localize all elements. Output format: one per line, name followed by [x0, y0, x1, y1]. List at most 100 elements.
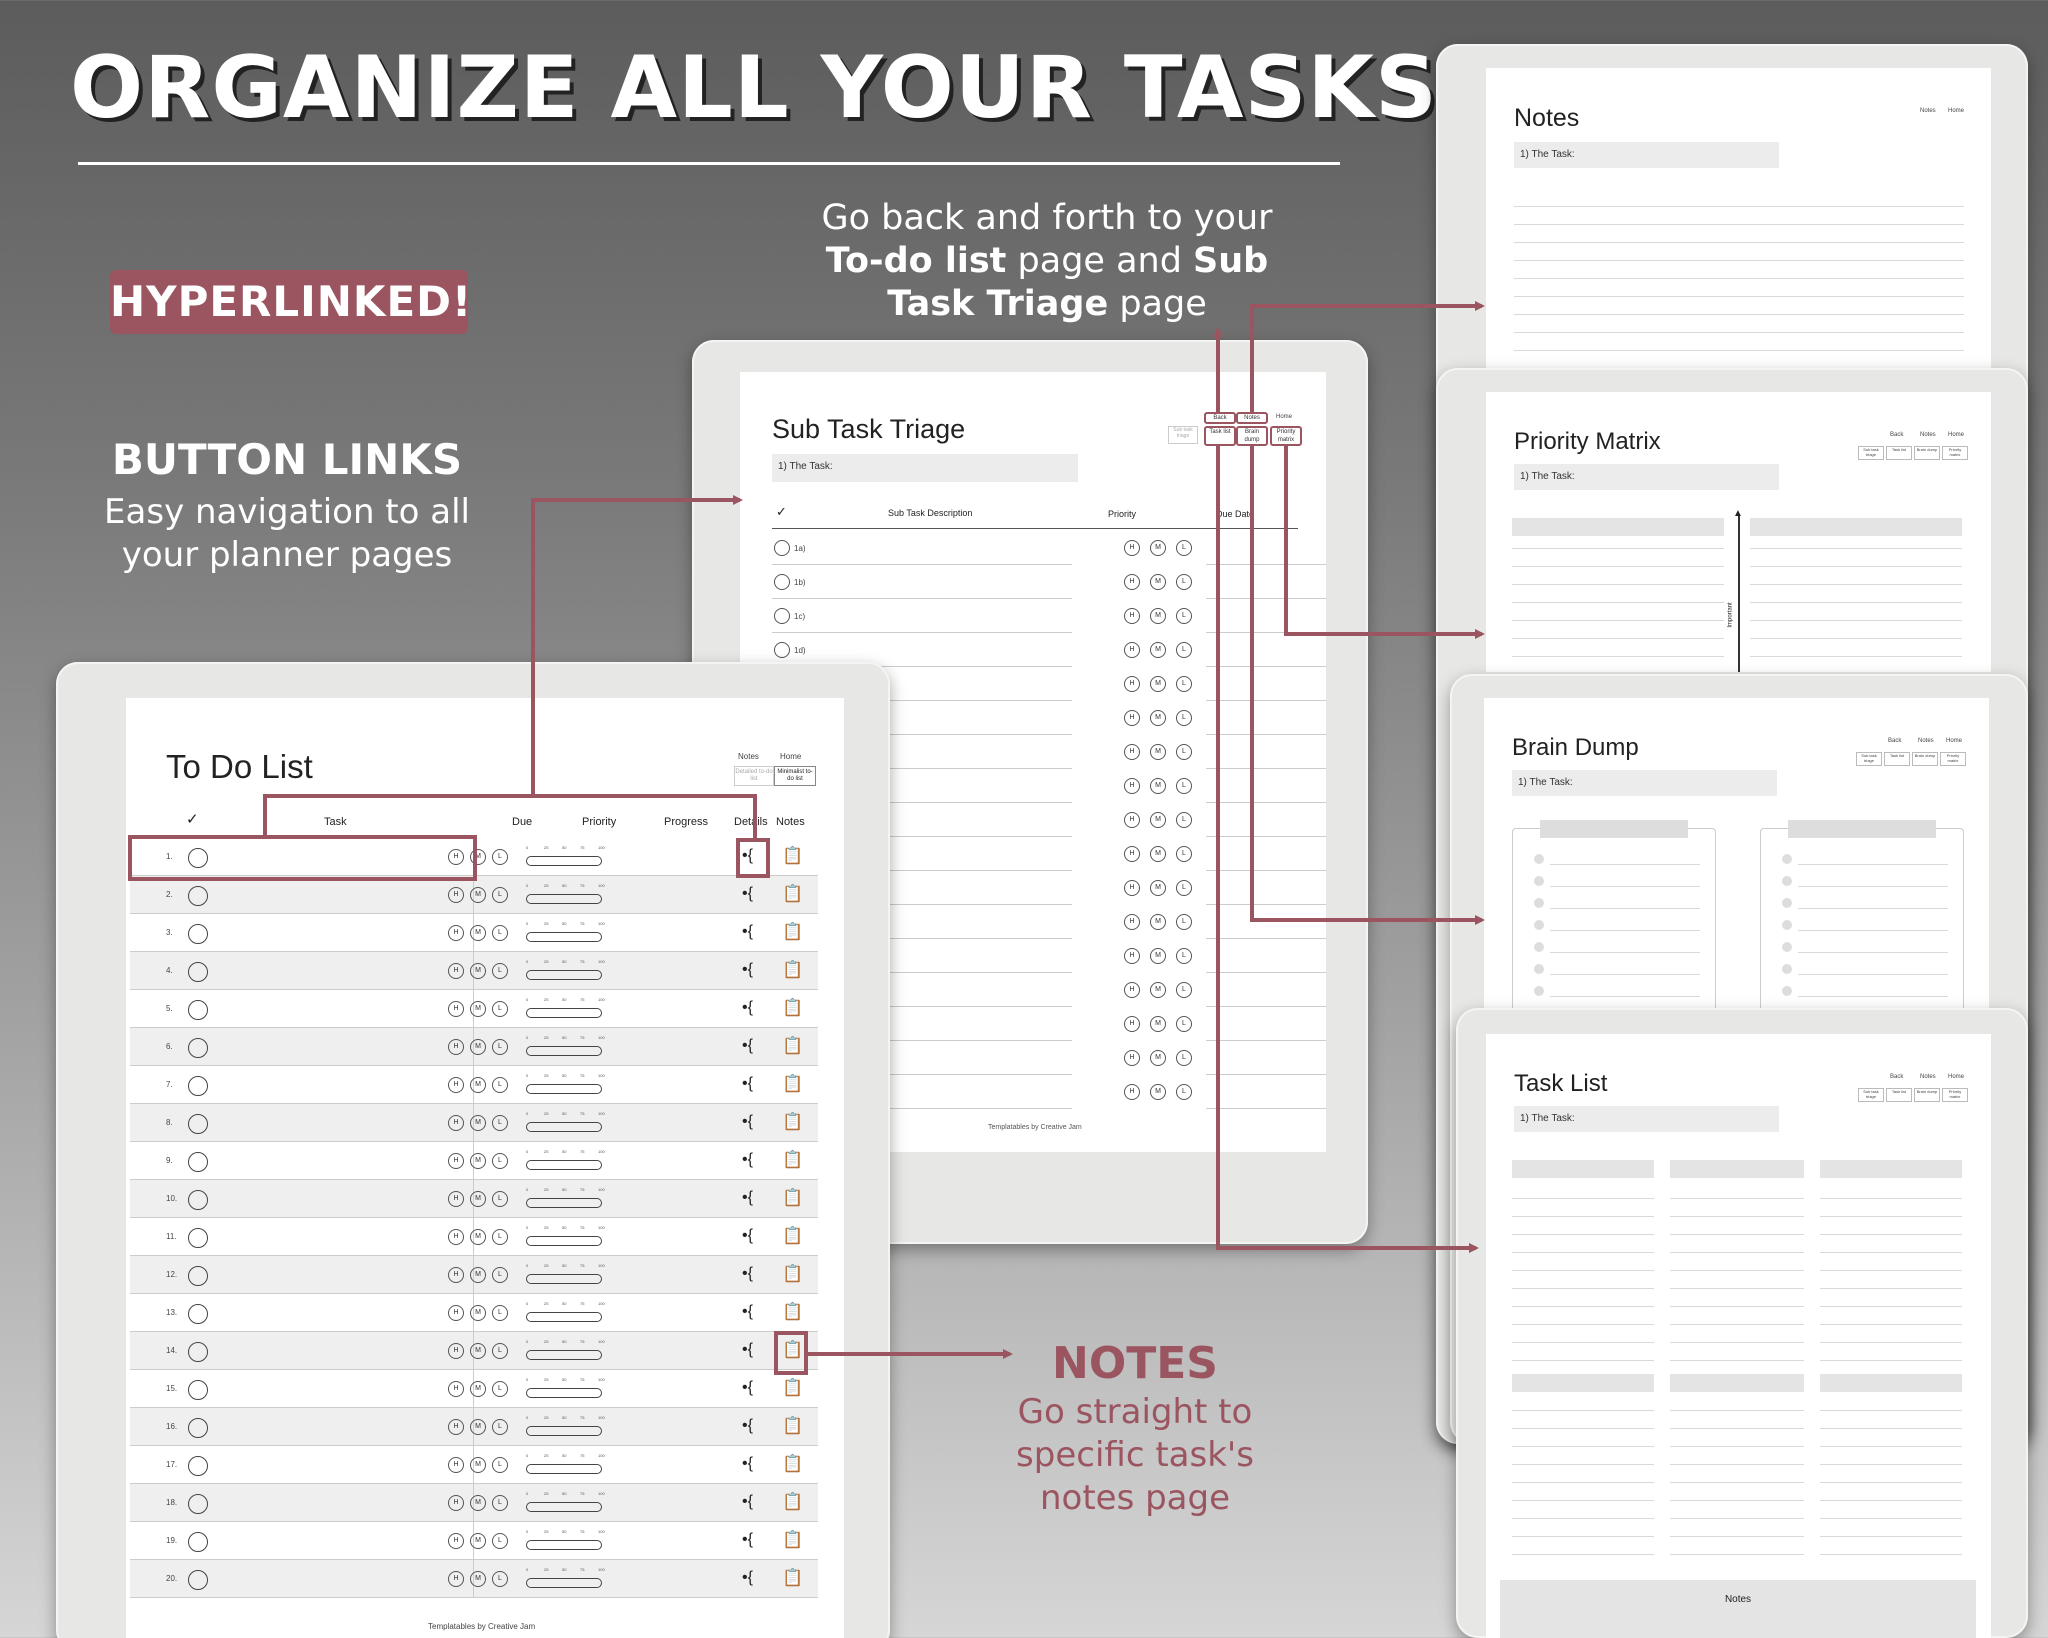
priority-m-option[interactable]: M	[470, 1115, 486, 1131]
task-field[interactable]	[216, 1298, 456, 1328]
priority-m-option[interactable]: M	[1150, 1016, 1166, 1032]
progress-bar[interactable]	[526, 1046, 602, 1056]
priority-l-option[interactable]: L	[492, 1229, 508, 1245]
priority-m-option[interactable]: M	[1150, 812, 1166, 828]
priority-h-option[interactable]: H	[448, 1001, 464, 1017]
priority-h-option[interactable]: H	[1124, 778, 1140, 794]
notes-nav-notes[interactable]: Notes	[1920, 108, 1936, 114]
priority-l-option[interactable]: L	[492, 1419, 508, 1435]
priority-l-option[interactable]: L	[1176, 914, 1192, 930]
priority-m-option[interactable]: M	[470, 1039, 486, 1055]
table-row[interactable]: 11. H M L 0 25 50 75 100 •{📋	[130, 1218, 818, 1256]
mini-nav-brain[interactable]: Brain dump	[1914, 1088, 1940, 1102]
priority-m-option[interactable]: M	[1150, 948, 1166, 964]
priority-l-option[interactable]: L	[492, 1533, 508, 1549]
priority-m-option[interactable]: M	[1150, 1050, 1166, 1066]
mini-nav-priority[interactable]: Priority matrix	[1942, 446, 1968, 460]
table-row[interactable]: 6. H M L 0 25 50 75 100 •{📋	[130, 1028, 818, 1066]
table-row[interactable]: 7. H M L 0 25 50 75 100 •{📋	[130, 1066, 818, 1104]
progress-bar[interactable]	[526, 1198, 602, 1208]
details-branch-icon[interactable]: •{	[742, 848, 753, 864]
task-field[interactable]	[216, 1412, 456, 1442]
st-nav-back[interactable]: Back	[1204, 412, 1236, 424]
notes-clipboard-icon[interactable]: 📋	[782, 1151, 803, 1168]
priority-h-option[interactable]: H	[448, 1115, 464, 1131]
priority-m-option[interactable]: M	[1150, 608, 1166, 624]
task-checkbox[interactable]	[188, 1418, 208, 1438]
notes-clipboard-icon[interactable]: 📋	[782, 1227, 803, 1244]
notes-clipboard-icon[interactable]: 📋	[782, 1379, 803, 1396]
mini-nav-subtask[interactable]: Sub task triage	[1858, 1088, 1884, 1102]
priority-m-option[interactable]: M	[470, 1305, 486, 1321]
notes-clipboard-icon[interactable]: 📋	[782, 1303, 803, 1320]
notes-task-box[interactable]: 1) The Task:	[1514, 142, 1779, 168]
priority-l-option[interactable]: L	[1176, 948, 1192, 964]
progress-bar[interactable]	[526, 894, 602, 904]
notes-clipboard-icon[interactable]: 📋	[782, 1189, 803, 1206]
priority-m-option[interactable]: M	[470, 925, 486, 941]
table-row[interactable]: 5. H M L 0 25 50 75 100 •{📋	[130, 990, 818, 1028]
notes-clipboard-icon[interactable]: 📋	[782, 1341, 803, 1358]
table-row[interactable]: 19. H M L 0 25 50 75 100 •{📋	[130, 1522, 818, 1560]
priority-h-option[interactable]: H	[1124, 846, 1140, 862]
task-field[interactable]	[216, 1222, 456, 1252]
priority-m-option[interactable]: M	[470, 1381, 486, 1397]
priority-m-option[interactable]: M	[470, 1533, 486, 1549]
priority-l-option[interactable]: L	[1176, 880, 1192, 896]
notes-clipboard-icon[interactable]: 📋	[782, 1493, 803, 1510]
progress-bar[interactable]	[526, 1312, 602, 1322]
task-field[interactable]	[216, 994, 456, 1024]
table-row[interactable]: 2. H M L 0 25 50 75 100 •{📋	[130, 876, 818, 914]
mini-nav-subtask[interactable]: Sub task triage	[1858, 446, 1884, 460]
mini-nav-tasklist[interactable]: Task list	[1886, 446, 1912, 460]
notes-clipboard-icon[interactable]: 📋	[782, 999, 803, 1016]
todo-nav-notes[interactable]: Notes	[738, 752, 759, 761]
table-row[interactable]: 9. H M L 0 25 50 75 100 •{📋	[130, 1142, 818, 1180]
priority-m-option[interactable]: M	[1150, 982, 1166, 998]
task-checkbox[interactable]	[188, 1114, 208, 1134]
priority-m-option[interactable]: M	[1150, 642, 1166, 658]
priority-m-option[interactable]: M	[470, 1495, 486, 1511]
progress-bar[interactable]	[526, 970, 602, 980]
priority-h-option[interactable]: H	[1124, 642, 1140, 658]
progress-bar[interactable]	[526, 1236, 602, 1246]
priority-h-option[interactable]: H	[448, 1305, 464, 1321]
priority-l-option[interactable]: L	[492, 887, 508, 903]
task-field[interactable]	[216, 1108, 456, 1138]
priority-m-option[interactable]: M	[470, 1001, 486, 1017]
task-checkbox[interactable]	[188, 1038, 208, 1058]
mini-nav-subtask[interactable]: Sub task triage	[1856, 752, 1882, 766]
priority-l-option[interactable]: L	[492, 1305, 508, 1321]
progress-bar[interactable]	[526, 1274, 602, 1284]
mini-nav-tasklist[interactable]: Task list	[1884, 752, 1910, 766]
table-row[interactable]: 15. H M L 0 25 50 75 100 •{📋	[130, 1370, 818, 1408]
priority-h-option[interactable]: H	[1124, 540, 1140, 556]
pm-nav-home[interactable]: Home	[1948, 432, 1964, 438]
priority-l-option[interactable]: L	[1176, 812, 1192, 828]
priority-l-option[interactable]: L	[492, 1077, 508, 1093]
pm-nav-notes[interactable]: Notes	[1920, 432, 1936, 438]
priority-m-option[interactable]: M	[470, 887, 486, 903]
task-field[interactable]	[216, 1564, 456, 1594]
priority-l-option[interactable]: L	[492, 1457, 508, 1473]
priority-l-option[interactable]: L	[492, 1115, 508, 1131]
task-checkbox[interactable]	[188, 1380, 208, 1400]
details-branch-icon[interactable]: •{	[742, 1456, 753, 1472]
notes-nav-home[interactable]: Home	[1948, 108, 1964, 114]
details-branch-icon[interactable]: •{	[742, 1152, 753, 1168]
progress-bar[interactable]	[526, 1464, 602, 1474]
priority-h-option[interactable]: H	[448, 1533, 464, 1549]
pm-task-box[interactable]: 1) The Task:	[1514, 464, 1779, 490]
notes-clipboard-icon[interactable]: 📋	[782, 923, 803, 940]
progress-bar[interactable]	[526, 1122, 602, 1132]
progress-bar[interactable]	[526, 1502, 602, 1512]
priority-h-option[interactable]: H	[448, 1267, 464, 1283]
task-checkbox[interactable]	[188, 886, 208, 906]
task-field[interactable]	[216, 1450, 456, 1480]
bd-nav-home[interactable]: Home	[1946, 738, 1962, 744]
notes-clipboard-icon[interactable]: 📋	[782, 1417, 803, 1434]
notes-clipboard-icon[interactable]: 📋	[782, 885, 803, 902]
task-checkbox[interactable]	[188, 1570, 208, 1590]
table-row[interactable]: 10. H M L 0 25 50 75 100 •{📋	[130, 1180, 818, 1218]
task-checkbox[interactable]	[188, 1532, 208, 1552]
